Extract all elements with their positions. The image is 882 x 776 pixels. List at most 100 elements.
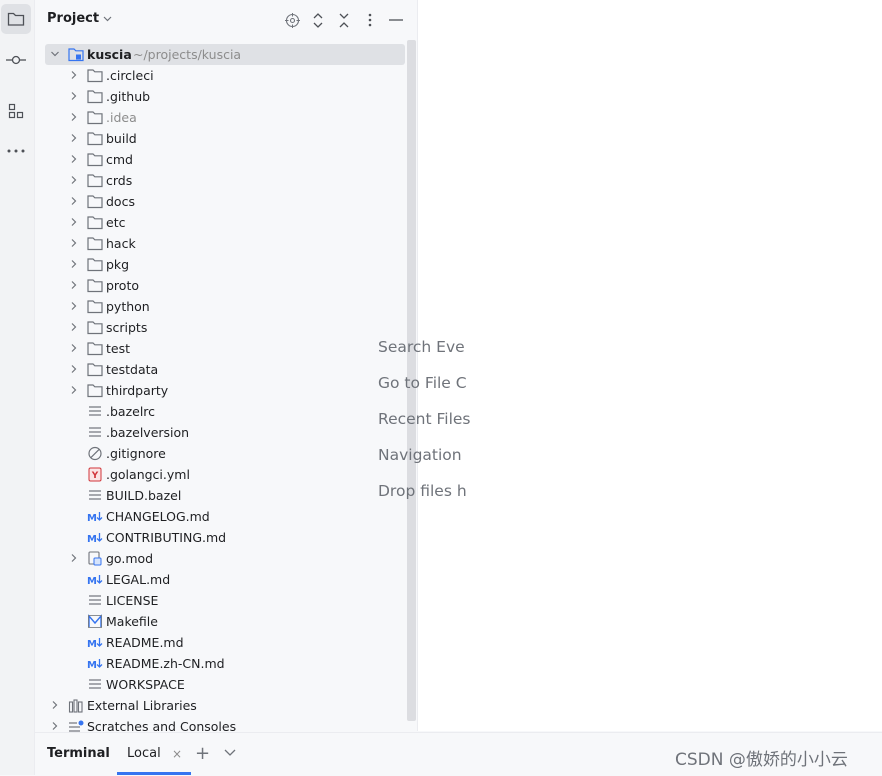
collapse-all-button[interactable] (335, 11, 353, 29)
tree-item-etc[interactable]: etc (45, 212, 405, 233)
tree-item-crds[interactable]: crds (45, 170, 405, 191)
tree-item-label: CONTRIBUTING.md (106, 530, 227, 545)
tree-item-golangci-yml[interactable]: Y .golangci.yml (45, 464, 405, 485)
tree-item-scripts[interactable]: scripts (45, 317, 405, 338)
svg-text:M: M (87, 534, 97, 545)
tree-item-bazelrc[interactable]: .bazelrc (45, 401, 405, 422)
terminal-title: Terminal (47, 746, 110, 761)
chevron-right-icon[interactable] (69, 70, 79, 80)
tree-item-label: test (106, 341, 131, 356)
chevron-right-icon[interactable] (69, 385, 79, 395)
tree-item-workspace[interactable]: WORKSPACE (45, 674, 405, 695)
commit-tool-button[interactable] (1, 45, 31, 75)
expand-selected-button[interactable] (309, 11, 327, 29)
more-tools-button[interactable] (1, 136, 31, 166)
tree-item-readme-zh-cn-md[interactable]: M README.zh-CN.md (45, 653, 405, 674)
folder-icon (87, 174, 103, 188)
tree-item-label: etc (106, 215, 126, 230)
tree-item-label: testdata (106, 362, 159, 377)
folder-icon (87, 300, 103, 314)
tree-item-label: pkg (106, 257, 130, 272)
project-view-selector[interactable]: Project (47, 11, 112, 26)
project-panel: Project kuscia ~/projects/kuscia .circle… (35, 0, 418, 734)
chevron-right-icon[interactable] (69, 553, 79, 563)
tree-item-makefile[interactable]: Makefile (45, 611, 405, 632)
tree-item-bazelversion[interactable]: .bazelversion (45, 422, 405, 443)
makefile-icon (88, 614, 102, 628)
close-icon[interactable]: × (172, 747, 182, 761)
tree-item-github[interactable]: .github (45, 86, 405, 107)
tree-item-contributing-md[interactable]: M CONTRIBUTING.md (45, 527, 405, 548)
text-file-icon (89, 595, 101, 605)
tree-item-readme-md[interactable]: M README.md (45, 632, 405, 653)
tree-item-label: hack (106, 236, 136, 251)
tree-item-changelog-md[interactable]: M CHANGELOG.md (45, 506, 405, 527)
locate-button[interactable] (283, 11, 301, 29)
module-folder-icon (68, 48, 84, 62)
tree-item-label: proto (106, 278, 139, 293)
markdown-file-icon: M (87, 575, 103, 587)
tree-item-pkg[interactable]: pkg (45, 254, 405, 275)
chevron-right-icon[interactable] (69, 175, 79, 185)
tree-item-build[interactable]: build (45, 128, 405, 149)
chevron-right-icon[interactable] (50, 700, 60, 710)
options-icon (368, 13, 372, 27)
minimize-button[interactable] (387, 11, 405, 29)
svg-text:M: M (87, 513, 97, 524)
chevron-right-icon[interactable] (69, 112, 79, 122)
collapse-all-icon (339, 13, 349, 27)
tree-item-cmd[interactable]: cmd (45, 149, 405, 170)
chevron-right-icon[interactable] (50, 721, 60, 731)
tree-item-circleci[interactable]: .circleci (45, 65, 405, 86)
new-terminal-button[interactable]: + (195, 743, 213, 764)
structure-tool-button[interactable] (1, 96, 31, 126)
chevron-right-icon[interactable] (69, 364, 79, 374)
watermark: CSDN @傲娇的小小云 (675, 750, 848, 770)
folder-icon (87, 321, 103, 335)
chevron-right-icon[interactable] (69, 238, 79, 248)
chevron-right-icon[interactable] (69, 322, 79, 332)
chevron-right-icon[interactable] (69, 301, 79, 311)
tree-item-legal-md[interactable]: M LEGAL.md (45, 569, 405, 590)
chevron-right-icon[interactable] (69, 91, 79, 101)
chevron-right-icon[interactable] (69, 196, 79, 206)
tree-item-thirdparty[interactable]: thirdparty (45, 380, 405, 401)
tree-item-docs[interactable]: docs (45, 191, 405, 212)
folder-icon (87, 195, 103, 209)
yaml-file-icon: Y (88, 467, 102, 482)
tree-item-label: LICENSE (106, 593, 159, 608)
tree-item-python[interactable]: python (45, 296, 405, 317)
tree-external-libraries[interactable]: External Libraries (45, 695, 405, 716)
tree-item-label: WORKSPACE (106, 677, 185, 692)
chevron-right-icon[interactable] (69, 133, 79, 143)
tree-item-build-bazel[interactable]: BUILD.bazel (45, 485, 405, 506)
tree-item-idea[interactable]: .idea (45, 107, 405, 128)
tree-item-label: .bazelversion (106, 425, 190, 440)
tree-item-hack[interactable]: hack (45, 233, 405, 254)
tree-item-license[interactable]: LICENSE (45, 590, 405, 611)
chevron-right-icon[interactable] (69, 280, 79, 290)
chevron-right-icon[interactable] (69, 259, 79, 269)
tree-root-row[interactable]: kuscia ~/projects/kuscia (45, 44, 405, 65)
tree-item-testdata[interactable]: testdata (45, 359, 405, 380)
tree-root-path: ~/projects/kuscia (133, 47, 242, 62)
chevron-right-icon[interactable] (69, 217, 79, 227)
tree-item-go-mod[interactable]: go.mod (45, 548, 405, 569)
tree-item-proto[interactable]: proto (45, 275, 405, 296)
tree-item-test[interactable]: test (45, 338, 405, 359)
terminal-tab-local[interactable]: Local × (117, 733, 191, 775)
chevron-down-icon (51, 51, 59, 57)
chevron-down-icon[interactable] (223, 745, 237, 759)
tree-item-label: .github (106, 89, 151, 104)
library-icon (68, 699, 83, 713)
folder-icon (87, 279, 103, 293)
options-button[interactable] (361, 11, 379, 29)
text-file-icon (89, 406, 101, 416)
text-file-icon (89, 679, 101, 689)
tree-item-gitignore[interactable]: .gitignore (45, 443, 405, 464)
chevron-right-icon[interactable] (69, 154, 79, 164)
svg-text:Y: Y (91, 471, 99, 481)
project-tool-button[interactable] (1, 4, 31, 34)
chevron-right-icon[interactable] (69, 343, 79, 353)
folder-icon (87, 237, 103, 251)
